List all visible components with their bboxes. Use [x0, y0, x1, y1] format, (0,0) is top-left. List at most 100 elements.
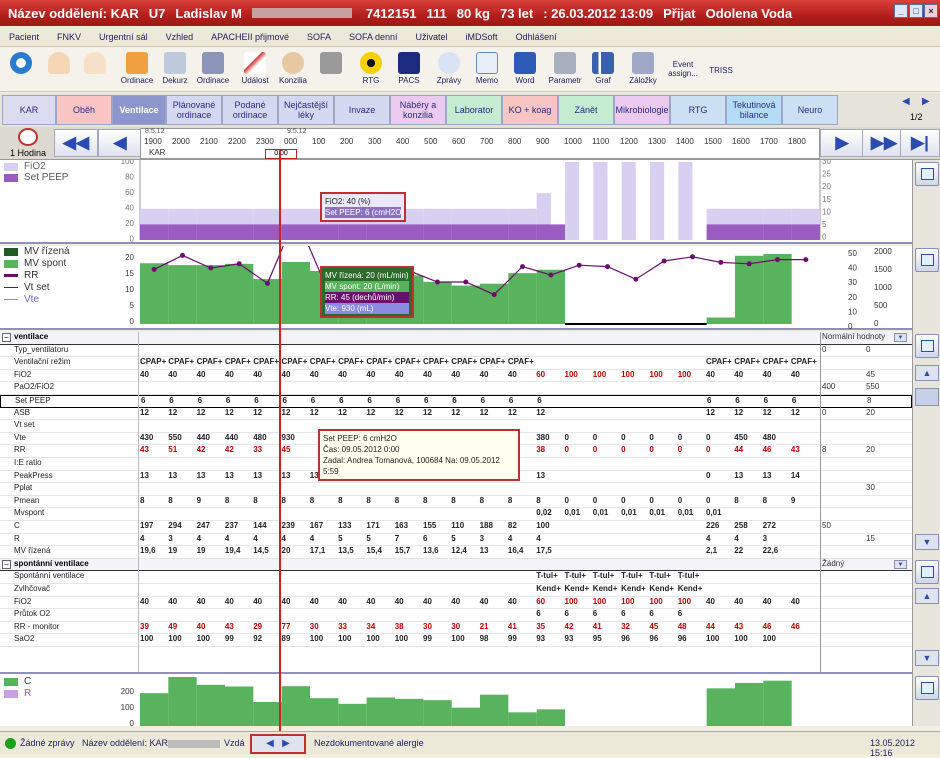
print-button[interactable] [314, 50, 348, 90]
toolbar-graf-button[interactable]: Graf [586, 50, 620, 90]
table-cell[interactable]: 40 [366, 597, 394, 606]
table-row[interactable]: R 4 3 4 4 4 4 4 5 5 7 6 5 3 4 4 4 4 3 15 [0, 534, 912, 547]
table-cell[interactable]: 40 [423, 597, 451, 606]
table-cell[interactable]: T-tul+ [536, 571, 564, 580]
table-cell[interactable]: 12 [395, 408, 423, 417]
table-cell[interactable]: 239 [282, 521, 310, 530]
table-cell[interactable]: 6 [481, 396, 509, 405]
table-cell[interactable]: 43 [140, 445, 168, 454]
tab-nabery-konzilia[interactable]: Nábéry a konzilia [390, 95, 446, 125]
table-cell[interactable]: 40 [140, 597, 168, 606]
table-cell[interactable]: 93 [565, 634, 593, 643]
tab-obeh[interactable]: Oběh [56, 95, 112, 125]
table-cell[interactable]: 40 [282, 370, 310, 379]
table-cell[interactable]: 8 [480, 496, 508, 505]
table-cell[interactable]: 14,5 [253, 546, 281, 555]
table-cell[interactable]: 12 [366, 408, 394, 417]
table-cell[interactable]: 33 [338, 622, 366, 631]
table-cell[interactable]: 6 [283, 396, 311, 405]
tab-rtg[interactable]: RTG [670, 95, 726, 125]
table-cell[interactable]: 4 [310, 534, 338, 543]
table-cell[interactable]: 60 [536, 370, 564, 379]
tab-tekutinova-bilance[interactable]: Tekutinová bilance [726, 95, 782, 125]
table-cell[interactable]: 8 [338, 496, 366, 505]
table-cell[interactable]: 40 [253, 370, 281, 379]
table-row[interactable]: SaO2 100 100 100 99 92 89 100 100 100 100 99 100 98 99… [0, 634, 912, 647]
table-cell[interactable]: 0 [678, 496, 706, 505]
table-cell[interactable]: 19,4 [225, 546, 253, 555]
table-cell[interactable]: 99 [508, 634, 536, 643]
toolbar-ordinace-button[interactable]: Ordinace [120, 50, 154, 90]
table-cell[interactable]: CPAF+ [734, 357, 762, 366]
tab-invaze[interactable]: Invaze [334, 95, 390, 125]
table-cell[interactable]: 6 [707, 396, 735, 405]
table-cell[interactable]: 77 [282, 622, 310, 631]
table-cell[interactable]: 440 [197, 433, 225, 442]
table-cell[interactable]: CPAF+ [763, 357, 791, 366]
table-cell[interactable]: 6 [792, 396, 820, 405]
table-cell[interactable]: 8 [310, 496, 338, 505]
table-cell[interactable]: 100 [310, 634, 338, 643]
table-cell[interactable]: 21 [480, 622, 508, 631]
table-cell[interactable]: 12 [338, 408, 366, 417]
table-cell[interactable]: 5 [366, 534, 394, 543]
table-cell[interactable]: 8 [366, 496, 394, 505]
menu-item[interactable]: Odhlášení [516, 32, 557, 42]
table-cell[interactable]: 13 [197, 471, 225, 480]
table-cell[interactable]: 2,1 [706, 546, 734, 555]
table-cell[interactable]: 272 [763, 521, 791, 530]
scroll-up-button[interactable]: ▲ [915, 588, 939, 604]
table-cell[interactable]: 12 [508, 408, 536, 417]
table-cell[interactable]: 0 [706, 433, 734, 442]
toolbar-rtg-button[interactable]: RTG [354, 50, 388, 90]
tab-planovane-ordinace[interactable]: Plánované ordinace [166, 95, 222, 125]
panel-config-button[interactable] [915, 248, 939, 272]
toolbar-udalost-button[interactable]: Událost [238, 50, 272, 90]
table-cell[interactable]: 380 [536, 433, 564, 442]
table-cell[interactable]: 22 [734, 546, 762, 555]
table-cell[interactable]: 40 [451, 370, 479, 379]
nurse-button[interactable] [78, 50, 112, 90]
table-cell[interactable]: Kend+ [593, 584, 621, 593]
table-cell[interactable]: 100 [649, 370, 677, 379]
table-cell[interactable]: 12 [480, 408, 508, 417]
table-cell[interactable]: 43 [734, 622, 762, 631]
table-cell[interactable]: 237 [225, 521, 253, 530]
current-time-line[interactable] [279, 150, 281, 740]
table-cell[interactable]: 13,5 [338, 546, 366, 555]
table-cell[interactable]: 12 [225, 408, 253, 417]
table-cell[interactable]: 197 [140, 521, 168, 530]
menu-item[interactable]: iMDSoft [466, 32, 498, 42]
time-ruler[interactable]: 8.5.12 9.5.12 KAR 0:00 1900 2000 2100 2200 2… [140, 128, 820, 159]
table-row[interactable]: Průtok O2 6 6 6 6 6 6 [0, 609, 912, 622]
table-cell[interactable]: 8 [536, 496, 564, 505]
table-cell[interactable]: 16,4 [508, 546, 536, 555]
table-cell[interactable]: 6 [565, 609, 593, 618]
table-cell[interactable]: 5 [338, 534, 366, 543]
table-cell[interactable]: 40 [310, 370, 338, 379]
table-row[interactable]: Spontánní ventilace T-tul+ T-tul+ T-tul+ T-t… [0, 571, 912, 584]
table-cell[interactable]: 40 [763, 370, 791, 379]
table-cell[interactable]: 100 [678, 370, 706, 379]
table-cell[interactable]: 40 [480, 370, 508, 379]
scroll-down-button[interactable]: ▼ [915, 534, 939, 550]
table-row[interactable]: Pplat 30 [0, 483, 912, 496]
table-cell[interactable]: 34 [366, 622, 394, 631]
table-cell[interactable]: 46 [763, 622, 791, 631]
table-cell[interactable]: 480 [763, 433, 791, 442]
panel-config-button[interactable] [915, 162, 939, 186]
tab-kar[interactable]: KAR [2, 95, 56, 125]
table-cell[interactable]: 17,1 [310, 546, 338, 555]
menu-item[interactable]: Vzhled [166, 32, 194, 42]
table-cell[interactable]: 42 [225, 445, 253, 454]
table-cell[interactable]: 4 [140, 534, 168, 543]
table-cell[interactable]: T-tul+ [621, 571, 649, 580]
menu-item[interactable]: Urgentní sál [99, 32, 148, 42]
table-cell[interactable]: 40 [197, 597, 225, 606]
collapse-icon[interactable]: − [2, 559, 11, 569]
table-cell[interactable]: 44 [706, 622, 734, 631]
table-cell[interactable]: 12 [763, 408, 791, 417]
table-cell[interactable]: 6 [764, 396, 792, 405]
table-row[interactable]: ASB 12 12 12 12 12 12 12 12 12 12 12 12 12 12 12 12 12 12 1… [0, 408, 912, 421]
table-cell[interactable]: 40 [423, 370, 451, 379]
